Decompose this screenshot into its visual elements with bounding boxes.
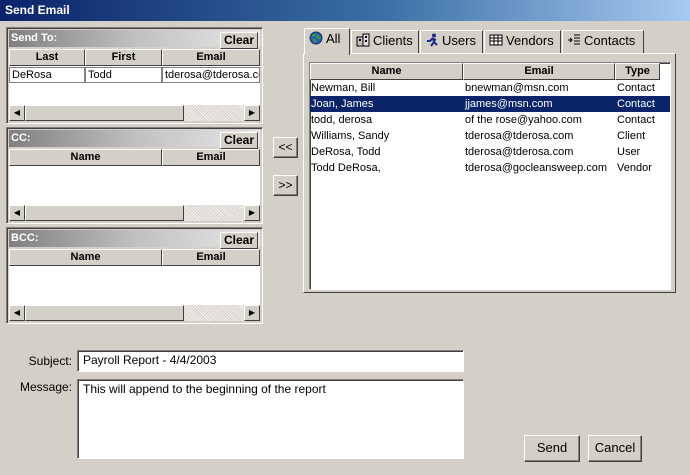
cell-type: Contact (617, 82, 655, 94)
column-header-type[interactable]: Type (615, 63, 660, 80)
window-title: Send Email (5, 3, 70, 17)
scroll-right-icon[interactable]: ▶ (244, 105, 260, 121)
bcc-header: BCC: Clear (9, 230, 260, 249)
column-header-first[interactable]: First (85, 49, 162, 66)
directory-list[interactable]: Name Email Type Newman, Bill bnewman@msn.… (309, 62, 671, 290)
tab-vendors-label: Vendors (506, 33, 554, 48)
subject-input[interactable]: Payroll Report - 4/4/2003 (77, 350, 464, 372)
directory-rows: Newman, Bill bnewman@msn.com Contact Joan, … (310, 80, 670, 176)
cell-email: jjames@msn.com (465, 98, 553, 110)
tab-users-label: Users (442, 33, 476, 48)
column-header-email[interactable]: Email (463, 63, 615, 80)
subject-label: Subject: (28, 354, 72, 368)
cell-first[interactable]: Todd (85, 67, 162, 83)
send-to-scrollbar[interactable]: ◀ ▶ (9, 105, 260, 121)
bcc-grid[interactable]: Name Email ◀ ▶ (9, 249, 260, 321)
cancel-button[interactable]: Cancel (588, 435, 642, 462)
cell-last[interactable]: DeRosa (9, 67, 85, 83)
window-title-bar[interactable]: Send Email (0, 0, 690, 21)
tab-users[interactable]: Users (420, 30, 483, 54)
send-to-panel: Send To: Clear Last First Email DeRosa T… (6, 27, 263, 124)
cell-type: Contact (617, 114, 655, 126)
building-icon (356, 33, 370, 47)
table-row[interactable]: todd, derosa of the rose@yahoo.com Contact (310, 112, 670, 128)
table-row[interactable]: DeRosa Todd tderosa@tderosa.com (9, 67, 260, 83)
send-to-clear-button[interactable]: Clear (220, 32, 258, 49)
scroll-left-icon[interactable]: ◀ (9, 205, 25, 221)
cell-email: of the rose@yahoo.com (465, 114, 582, 126)
cell-type: Vendor (617, 162, 652, 174)
scroll-left-icon[interactable]: ◀ (9, 105, 25, 121)
send-to-title: Send To: (11, 32, 58, 44)
cc-panel: CC: Clear Name Email ◀ ▶ (6, 127, 263, 224)
send-to-header: Send To: Clear (9, 30, 260, 49)
scroll-thumb[interactable] (25, 305, 184, 321)
cell-email: tderosa@gocleansweep.com (465, 162, 608, 174)
column-header-name[interactable]: Name (9, 249, 162, 266)
tab-contacts[interactable]: Contacts (562, 30, 644, 54)
table-row[interactable]: Todd DeRosa, tderosa@gocleansweep.com Vend… (310, 160, 670, 176)
cc-clear-button[interactable]: Clear (220, 132, 258, 149)
add-recipient-button[interactable]: << (273, 137, 298, 158)
cc-scrollbar[interactable]: ◀ ▶ (9, 205, 260, 221)
cc-title: CC: (11, 132, 31, 144)
grid-icon (489, 33, 503, 47)
cell-name: Todd DeRosa, (311, 162, 381, 174)
send-button[interactable]: Send (524, 435, 580, 462)
table-row[interactable]: Newman, Bill bnewman@msn.com Contact (310, 80, 670, 96)
tab-vendors[interactable]: Vendors (484, 30, 561, 54)
tab-all-label: All (326, 31, 341, 46)
cell-name: Williams, Sandy (311, 130, 390, 142)
cell-name: Joan, James (311, 98, 374, 110)
tab-clients[interactable]: Clients (351, 30, 419, 54)
list-arrow-icon (567, 33, 581, 47)
cell-name: DeRosa, Todd (311, 146, 381, 158)
cell-email: tderosa@tderosa.com (465, 130, 574, 142)
scroll-right-icon[interactable]: ▶ (244, 205, 260, 221)
cell-name: Newman, Bill (311, 82, 376, 94)
column-header-email[interactable]: Email (162, 49, 260, 66)
column-header-email[interactable]: Email (162, 249, 260, 266)
cell-email: bnewman@msn.com (465, 82, 569, 94)
bcc-clear-button[interactable]: Clear (220, 232, 258, 249)
table-row[interactable]: DeRosa, Todd tderosa@tderosa.com User (310, 144, 670, 160)
table-row[interactable]: Williams, Sandy tderosa@tderosa.com Client (310, 128, 670, 144)
bcc-title: BCC: (11, 232, 39, 244)
cell-name: todd, derosa (311, 114, 373, 126)
scroll-right-icon[interactable]: ▶ (244, 305, 260, 321)
bcc-panel: BCC: Clear Name Email ◀ ▶ (6, 227, 263, 324)
cell-email: tderosa@tderosa.com (465, 146, 574, 158)
globe-icon (309, 31, 323, 45)
scroll-thumb[interactable] (25, 105, 184, 121)
directory-panel: Name Email Type Newman, Bill bnewman@msn.… (303, 53, 676, 293)
cell-type: Contact (617, 98, 655, 110)
message-textarea[interactable]: This will append to the beginning of the… (77, 379, 464, 459)
column-header-email[interactable]: Email (162, 149, 260, 166)
table-row[interactable]: Joan, James jjames@msn.com Contact (310, 96, 670, 112)
cell-type: Client (617, 130, 646, 142)
cell-email[interactable]: tderosa@tderosa.com (162, 67, 260, 83)
bcc-scrollbar[interactable]: ◀ ▶ (9, 305, 260, 321)
column-header-name[interactable]: Name (9, 149, 162, 166)
tab-clients-label: Clients (373, 33, 413, 48)
scroll-thumb[interactable] (25, 205, 184, 221)
cc-grid[interactable]: Name Email ◀ ▶ (9, 149, 260, 221)
tab-contacts-label: Contacts (584, 33, 636, 48)
send-to-grid[interactable]: Last First Email DeRosa Todd tderosa@tde… (9, 49, 260, 121)
tab-all[interactable]: All (304, 28, 350, 55)
remove-recipient-button[interactable]: >> (273, 175, 298, 196)
column-header-last[interactable]: Last (9, 49, 85, 66)
cc-header: CC: Clear (9, 130, 260, 149)
scroll-left-icon[interactable]: ◀ (9, 305, 25, 321)
runner-icon (425, 33, 439, 47)
message-label: Message: (19, 380, 72, 394)
column-header-name[interactable]: Name (310, 63, 463, 80)
cell-type: User (617, 146, 641, 158)
